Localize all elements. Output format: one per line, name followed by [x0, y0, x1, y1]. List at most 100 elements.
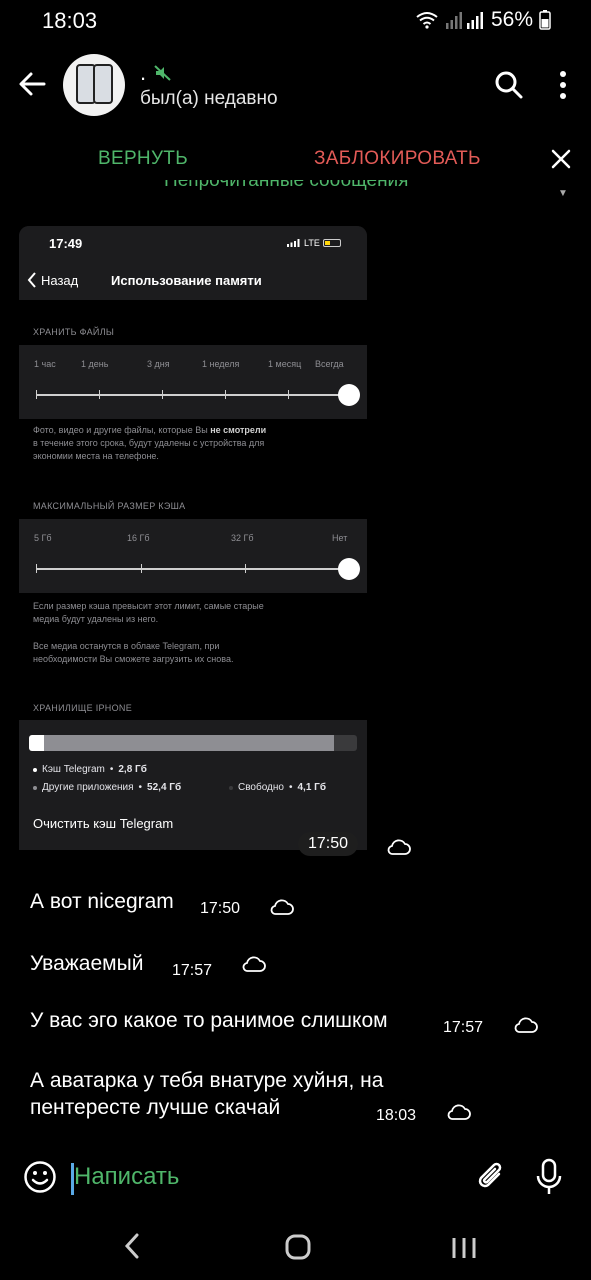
ios-page-title: Использование памяти: [111, 273, 262, 288]
ios-back-button: Назад: [27, 272, 78, 288]
unread-messages-banner[interactable]: Непрочитанные сообщения: [164, 180, 434, 196]
paperclip-icon[interactable]: [475, 1160, 507, 1194]
storage-panel: Кэш Telegram • 2,8 Гб Другие приложения • …: [19, 720, 367, 850]
avatar-phone-image: [93, 64, 113, 104]
slider-tick: [162, 390, 163, 399]
slider-tick: [99, 390, 100, 399]
note-text: Фото, видео и другие файлы, которые Вы: [33, 425, 211, 435]
keep-files-note: Фото, видео и другие файлы, которые Вы н…: [33, 424, 353, 463]
slider-option: 3 дня: [147, 359, 170, 369]
note-text: Все медиа останутся в облаке Telegram, п…: [33, 641, 220, 651]
note-text: в течение этого срока, будут удалены с у…: [33, 438, 265, 448]
more-vert-icon[interactable]: [553, 70, 573, 100]
slider-tick: [36, 564, 37, 573]
unread-messages-label: Непрочитанные сообщения: [164, 180, 409, 191]
keep-files-slider-knob: [338, 384, 360, 406]
image-message[interactable]: 17:49 LTE Назад Использование памяти ХРА…: [19, 226, 367, 850]
message-line: пентересте лучше скачай: [30, 1096, 281, 1119]
message-time: 17:50: [200, 900, 241, 917]
ios-settings-body: ХРАНИТЬ ФАЙЛЫ 1 час 1 день 3 дня 1 недел…: [19, 300, 367, 850]
cloud-icon: [447, 1104, 471, 1120]
slider-option: 1 день: [81, 359, 109, 369]
message-text[interactable]: А аватарка у тебя внатуре хуйня, на пент…: [30, 1067, 383, 1121]
avatar[interactable]: [63, 54, 125, 116]
chat-status: был(а) недавно: [140, 88, 278, 109]
cloud-icon: [387, 839, 411, 855]
ios-status-icons: LTE: [287, 238, 341, 248]
nav-back-icon[interactable]: [122, 1232, 144, 1260]
legend-label: Кэш Telegram: [42, 764, 105, 775]
battery-icon: [539, 10, 551, 30]
image-message-time: 17:50: [298, 832, 358, 856]
signal-icon: [445, 12, 483, 29]
legend-label: Другие приложения: [42, 782, 134, 793]
wifi-icon: [416, 12, 438, 29]
message-text[interactable]: У вас эго какое то ранимое слишком: [30, 1007, 388, 1034]
storage-segment-other: [44, 735, 334, 751]
clear-cache-button: Очистить кэш Telegram: [33, 816, 174, 831]
slider-option: 32 Гб: [231, 533, 254, 543]
legend-telegram-cache: Кэш Telegram • 2,8 Гб: [33, 764, 147, 775]
battery-percent: 56%: [490, 8, 533, 31]
note-text: Если размер кэша превысит этот лимит, са…: [33, 601, 264, 611]
message-input[interactable]: Написать: [74, 1163, 179, 1191]
message-text[interactable]: Уважаемый: [30, 950, 143, 977]
message-time: 17:57: [443, 1019, 484, 1036]
back-arrow-icon[interactable]: [14, 66, 50, 102]
status-icons: 56%: [415, 8, 551, 32]
microphone-icon[interactable]: [536, 1158, 562, 1196]
message-time: 17:57: [172, 962, 213, 979]
slider-option: 5 Гб: [34, 533, 52, 543]
slider-option: 1 неделя: [202, 359, 240, 369]
message-text[interactable]: А вот nicegram: [30, 888, 174, 915]
cloud-icon: [514, 1017, 538, 1033]
legend-dot: [229, 785, 233, 790]
emoji-icon[interactable]: [23, 1160, 57, 1194]
legend-other-apps: Другие приложения • 52,4 Гб: [33, 782, 181, 793]
close-icon[interactable]: [550, 148, 572, 170]
cache-size-slider: [36, 558, 360, 580]
slider-tick: [245, 564, 246, 573]
storage-bar: [29, 735, 357, 751]
nav-recent-apps-icon[interactable]: [450, 1236, 478, 1260]
note-bold-text: не смотрели: [210, 425, 267, 435]
note-text: медиа будут удалены из него.: [33, 614, 159, 624]
legend-value: 52,4 Гб: [147, 782, 182, 793]
cache-size-header: МАКСИМАЛЬНЫЙ РАЗМЕР КЭША: [33, 501, 186, 511]
slider-tick: [141, 564, 142, 573]
legend-label: Свободно: [238, 782, 284, 793]
legend-value: 4,1 Гб: [297, 782, 327, 793]
nav-home-icon[interactable]: [284, 1234, 312, 1260]
message-time: 18:03: [376, 1107, 417, 1124]
slider-option: 1 месяц: [268, 359, 302, 369]
keep-files-slider: [36, 384, 360, 406]
slider-option: Всегда: [315, 359, 344, 369]
return-button[interactable]: ВЕРНУТЬ: [98, 148, 188, 170]
legend-value: 2,8 Гб: [118, 764, 147, 775]
slider-tick: [36, 390, 37, 399]
chat-name: .: [140, 60, 147, 85]
slider-option: Нет: [332, 533, 348, 543]
keep-files-slider-panel: 1 час 1 день 3 дня 1 неделя 1 месяц Всег…: [19, 345, 367, 419]
chevron-left-icon: [27, 272, 36, 288]
note-text: экономии места на телефоне.: [33, 451, 159, 461]
legend-free: Свободно • 4,1 Гб: [229, 782, 326, 793]
slider-option: 1 час: [34, 359, 56, 369]
slider-tick: [225, 390, 226, 399]
chevron-down-icon[interactable]: ▼: [558, 188, 568, 199]
keep-files-header: ХРАНИТЬ ФАЙЛЫ: [33, 327, 115, 337]
storage-segment-telegram: [29, 735, 44, 751]
ios-battery-icon: [322, 239, 341, 247]
block-button[interactable]: ЗАБЛОКИРОВАТЬ: [314, 148, 481, 170]
search-icon[interactable]: [494, 70, 524, 100]
cache-size-slider-panel: 5 Гб 16 Гб 32 Гб Нет: [19, 519, 367, 593]
cloud-icon: [242, 956, 266, 972]
cloud-note: Все медиа останутся в облаке Telegram, п…: [33, 640, 353, 666]
message-line: А аватарка у тебя внатуре хуйня, на: [30, 1069, 384, 1092]
iphone-storage-header: ХРАНИЛИЩЕ IPHONE: [33, 703, 132, 713]
chat-title[interactable]: .: [140, 60, 172, 86]
cache-size-slider-knob: [338, 558, 360, 580]
ios-back-label: Назад: [41, 272, 79, 288]
cache-size-note: Если размер кэша превысит этот лимит, са…: [33, 600, 353, 626]
note-text: необходимости Вы сможете загрузить их сн…: [33, 654, 234, 664]
